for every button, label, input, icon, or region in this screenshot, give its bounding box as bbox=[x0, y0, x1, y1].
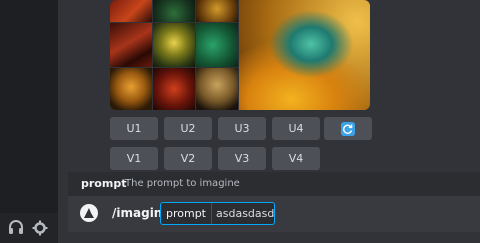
variation-button-3[interactable]: V3 bbox=[218, 147, 266, 170]
image-tile bbox=[110, 68, 152, 110]
reroll-button[interactable] bbox=[324, 117, 372, 140]
upscale-button-1[interactable]: U1 bbox=[110, 117, 158, 140]
hint-param-description: The prompt to imagine bbox=[125, 178, 240, 189]
image-tile bbox=[110, 23, 152, 67]
upscale-button-3[interactable]: U3 bbox=[218, 117, 266, 140]
gear-icon[interactable] bbox=[32, 220, 48, 236]
headphones-icon[interactable] bbox=[8, 220, 24, 236]
image-tile bbox=[196, 23, 238, 67]
prompt-param-field[interactable]: prompt asdasdasd bbox=[160, 202, 275, 225]
param-value[interactable]: asdasdasd bbox=[216, 203, 274, 224]
left-rail bbox=[0, 0, 58, 243]
user-panel bbox=[0, 213, 58, 243]
image-tile bbox=[153, 23, 195, 67]
refresh-icon bbox=[341, 122, 355, 136]
upscale-button-4[interactable]: U4 bbox=[272, 117, 320, 140]
generated-image-grid[interactable] bbox=[110, 0, 370, 110]
hint-param-name: prompt bbox=[81, 177, 127, 190]
variation-button-1[interactable]: V1 bbox=[110, 147, 158, 170]
command-hint-bar: prompt The prompt to imagine bbox=[68, 172, 480, 196]
bot-avatar bbox=[80, 204, 98, 222]
image-tile bbox=[110, 0, 152, 22]
image-tile bbox=[196, 68, 238, 110]
param-label: prompt bbox=[161, 203, 212, 224]
variation-button-4[interactable]: V4 bbox=[272, 147, 320, 170]
variation-button-2[interactable]: V2 bbox=[164, 147, 212, 170]
message-input[interactable]: /imagine prompt asdasdasd bbox=[68, 196, 480, 232]
image-tile-large bbox=[239, 0, 370, 110]
image-tile bbox=[153, 68, 195, 110]
image-tile bbox=[196, 0, 238, 22]
image-tile bbox=[153, 0, 195, 22]
upscale-button-2[interactable]: U2 bbox=[164, 117, 212, 140]
